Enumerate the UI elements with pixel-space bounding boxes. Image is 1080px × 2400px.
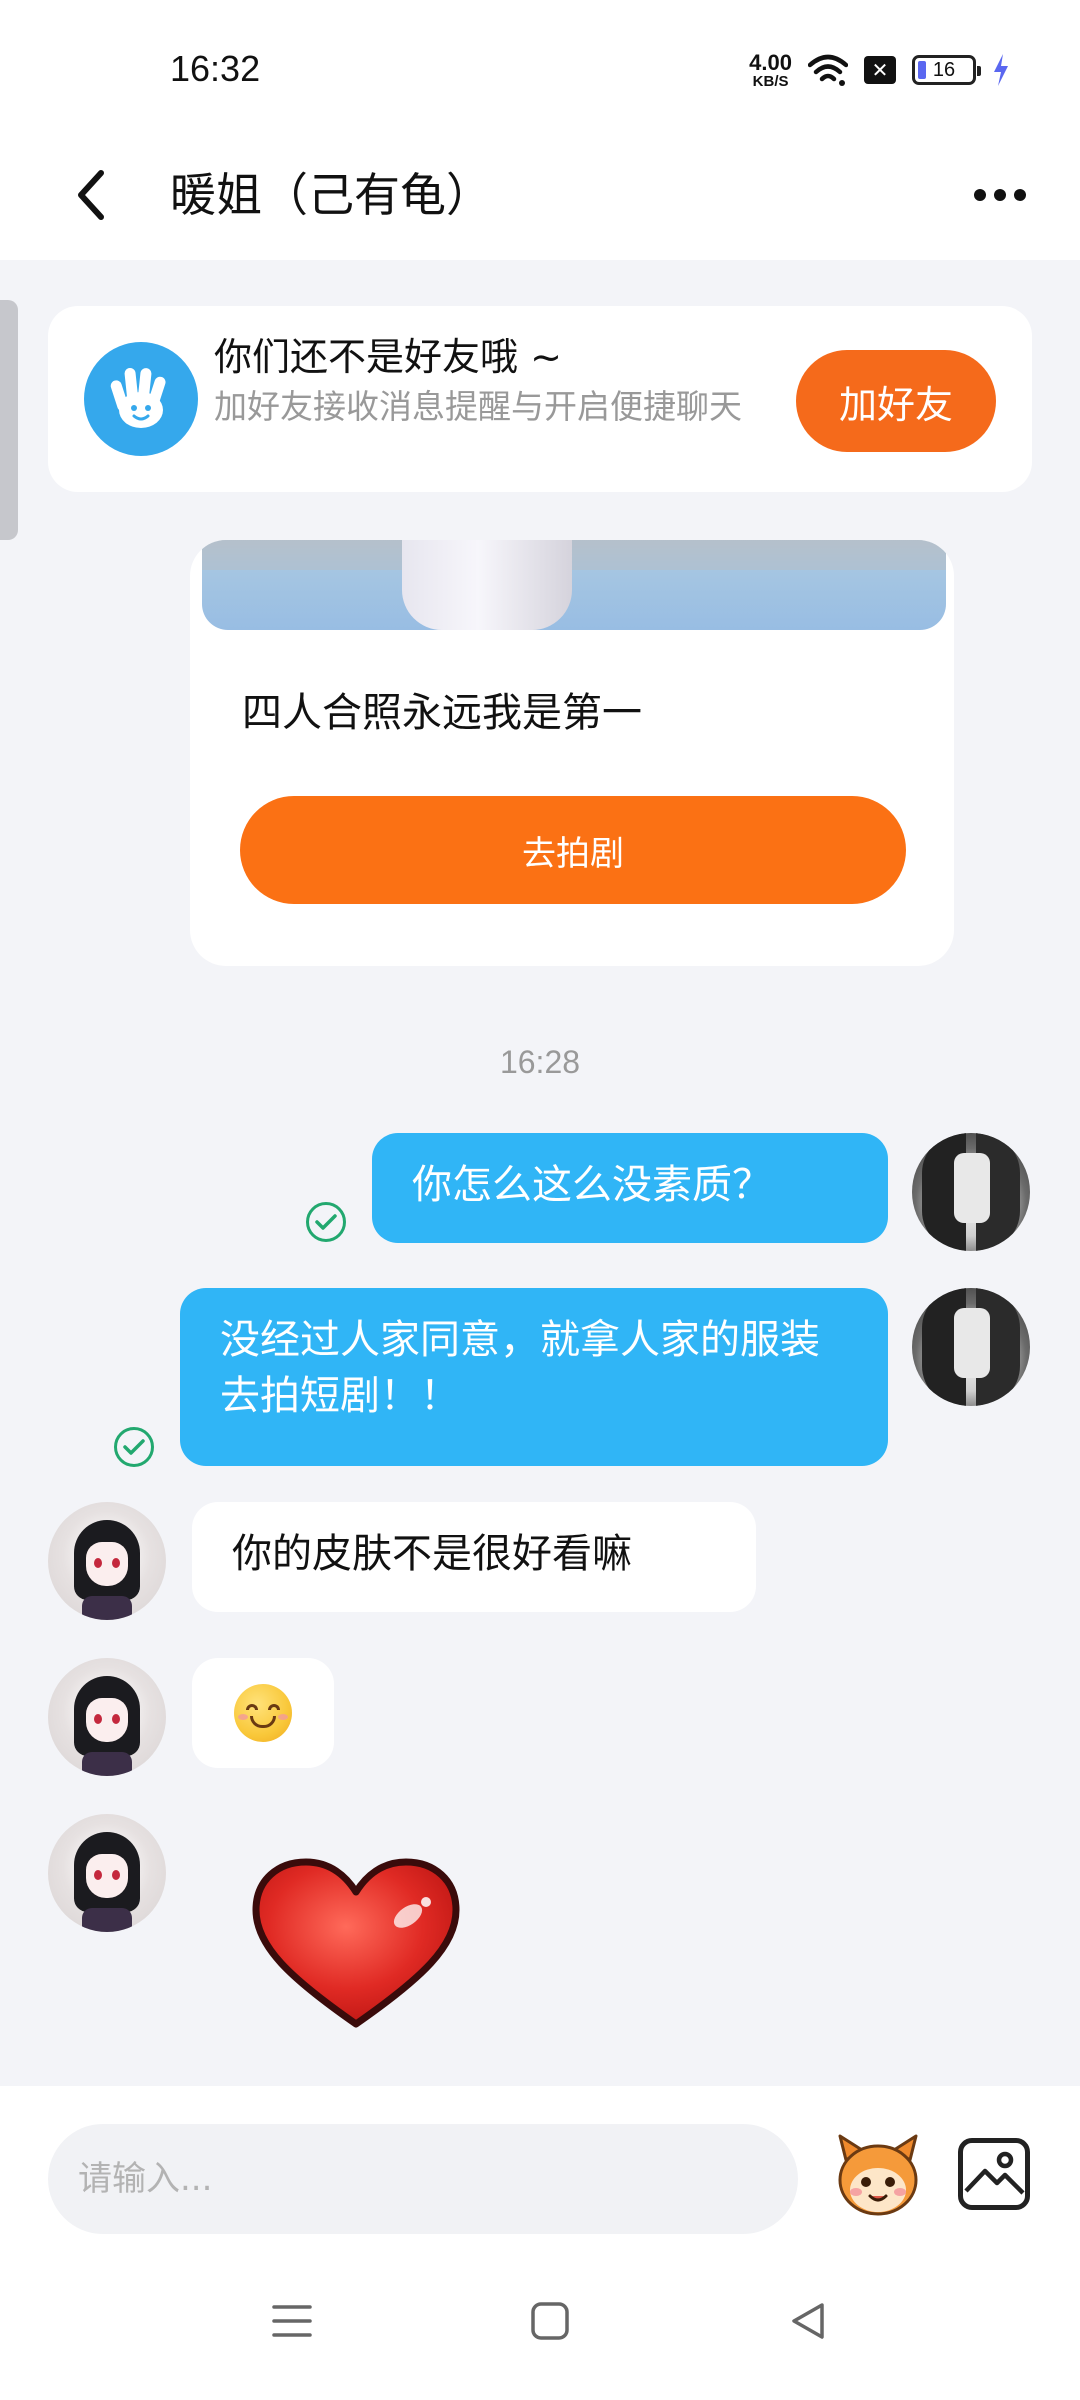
message-input-bar [0,2086,1080,2246]
drama-card: 四人合照永远我是第一 去拍剧 [190,540,954,966]
avatar-eye [94,1558,102,1568]
back-chevron-icon [78,170,104,220]
avatar-eye [94,1870,102,1880]
mascot-sticker-icon[interactable] [832,2130,924,2222]
avatar-collar [82,1752,132,1776]
smile-emoji-icon [234,1684,292,1742]
emoji-eye [268,1704,280,1710]
avatar-collar [82,1596,132,1620]
home-button[interactable] [510,2286,590,2356]
more-dots-icon [974,189,986,201]
back-button[interactable] [56,160,126,230]
no-sim-icon: ✕ [864,56,896,84]
message-bubble-me[interactable]: 没经过人家同意，就拿人家的服装去拍短剧！！ [180,1288,888,1466]
emoji-eye [246,1704,258,1710]
status-time: 16:32 [170,48,261,89]
contact-avatar[interactable] [48,1814,166,1932]
add-friend-button[interactable]: 加好友 [796,350,996,452]
card-image-backdrop [202,540,946,570]
back-triangle-icon [792,2303,824,2339]
avatar-eye [112,1558,120,1568]
emoji-message-bubble[interactable] [192,1658,334,1768]
my-avatar[interactable] [912,1133,1030,1251]
more-dots-icon [1014,189,1026,201]
message-input[interactable] [48,2124,798,2234]
time-separator: 16:28 [499,1044,581,1080]
status-icons: 4.00 KB/S ✕ 16 [749,50,1010,90]
banner-title: 你们还不是好友哦 ~ [214,335,562,379]
network-speed-unit: KB/S [752,72,789,90]
card-image-figure [402,540,572,630]
battery-level: 16 [932,58,956,81]
read-check-icon [306,1202,346,1242]
back-nav-button[interactable] [768,2286,848,2356]
avatar-face [86,1854,128,1898]
drama-card-image[interactable] [202,540,946,630]
emoji-mouth [250,1716,276,1728]
red-heart-sticker[interactable] [250,1858,462,2032]
network-speed-value: 4.00 [749,49,792,75]
scroll-indicator[interactable] [0,300,18,540]
chat-header: 暖姐（己有龟） [0,130,1080,260]
avatar-face [86,1542,128,1586]
friend-request-banner: 你们还不是好友哦 ~ 加好友接收消息提醒与开启便捷聊天 加好友 [48,306,1032,492]
avatar-eye [94,1714,102,1724]
image-picker-icon [964,2151,1025,2195]
charging-icon [994,54,1008,86]
status-bar: 16:32 4.00 KB/S ✕ 16 [0,0,1080,130]
emoji-cheek [238,1714,248,1720]
message-bubble-contact[interactable]: 你的皮肤不是很好看嘛 [192,1502,756,1612]
avatar-face [86,1698,128,1742]
contact-avatar[interactable] [48,1502,166,1620]
more-options-button[interactable] [960,160,1040,230]
image-picker-button[interactable] [958,2138,1030,2210]
system-nav-bar [0,2246,1080,2400]
chat-title: 暖姐（己有龟） [170,168,492,222]
go-shoot-drama-button[interactable]: 去拍剧 [240,796,906,904]
avatar-collar [82,1908,132,1932]
contact-avatar[interactable] [48,1658,166,1776]
read-check-icon [114,1427,154,1467]
recent-apps-button[interactable] [252,2286,332,2356]
battery-icon: 16 [912,55,981,85]
home-square-icon [531,2302,569,2340]
message-bubble-me[interactable]: 你怎么这么没素质？ [372,1133,888,1243]
avatar-face [954,1308,990,1378]
drama-card-title: 四人合照永远我是第一 [242,690,642,736]
wifi-icon [808,54,848,86]
my-avatar[interactable] [912,1288,1030,1406]
emoji-cheek [278,1714,288,1720]
more-dots-icon [994,189,1006,201]
avatar-eye [112,1714,120,1724]
banner-subtitle: 加好友接收消息提醒与开启便捷聊天 [214,387,742,426]
network-speed: 4.00 KB/S [749,49,792,90]
avatar-face [954,1153,990,1223]
menu-icon [272,2305,312,2337]
hand-wave-icon [84,342,198,456]
avatar-eye [112,1870,120,1880]
